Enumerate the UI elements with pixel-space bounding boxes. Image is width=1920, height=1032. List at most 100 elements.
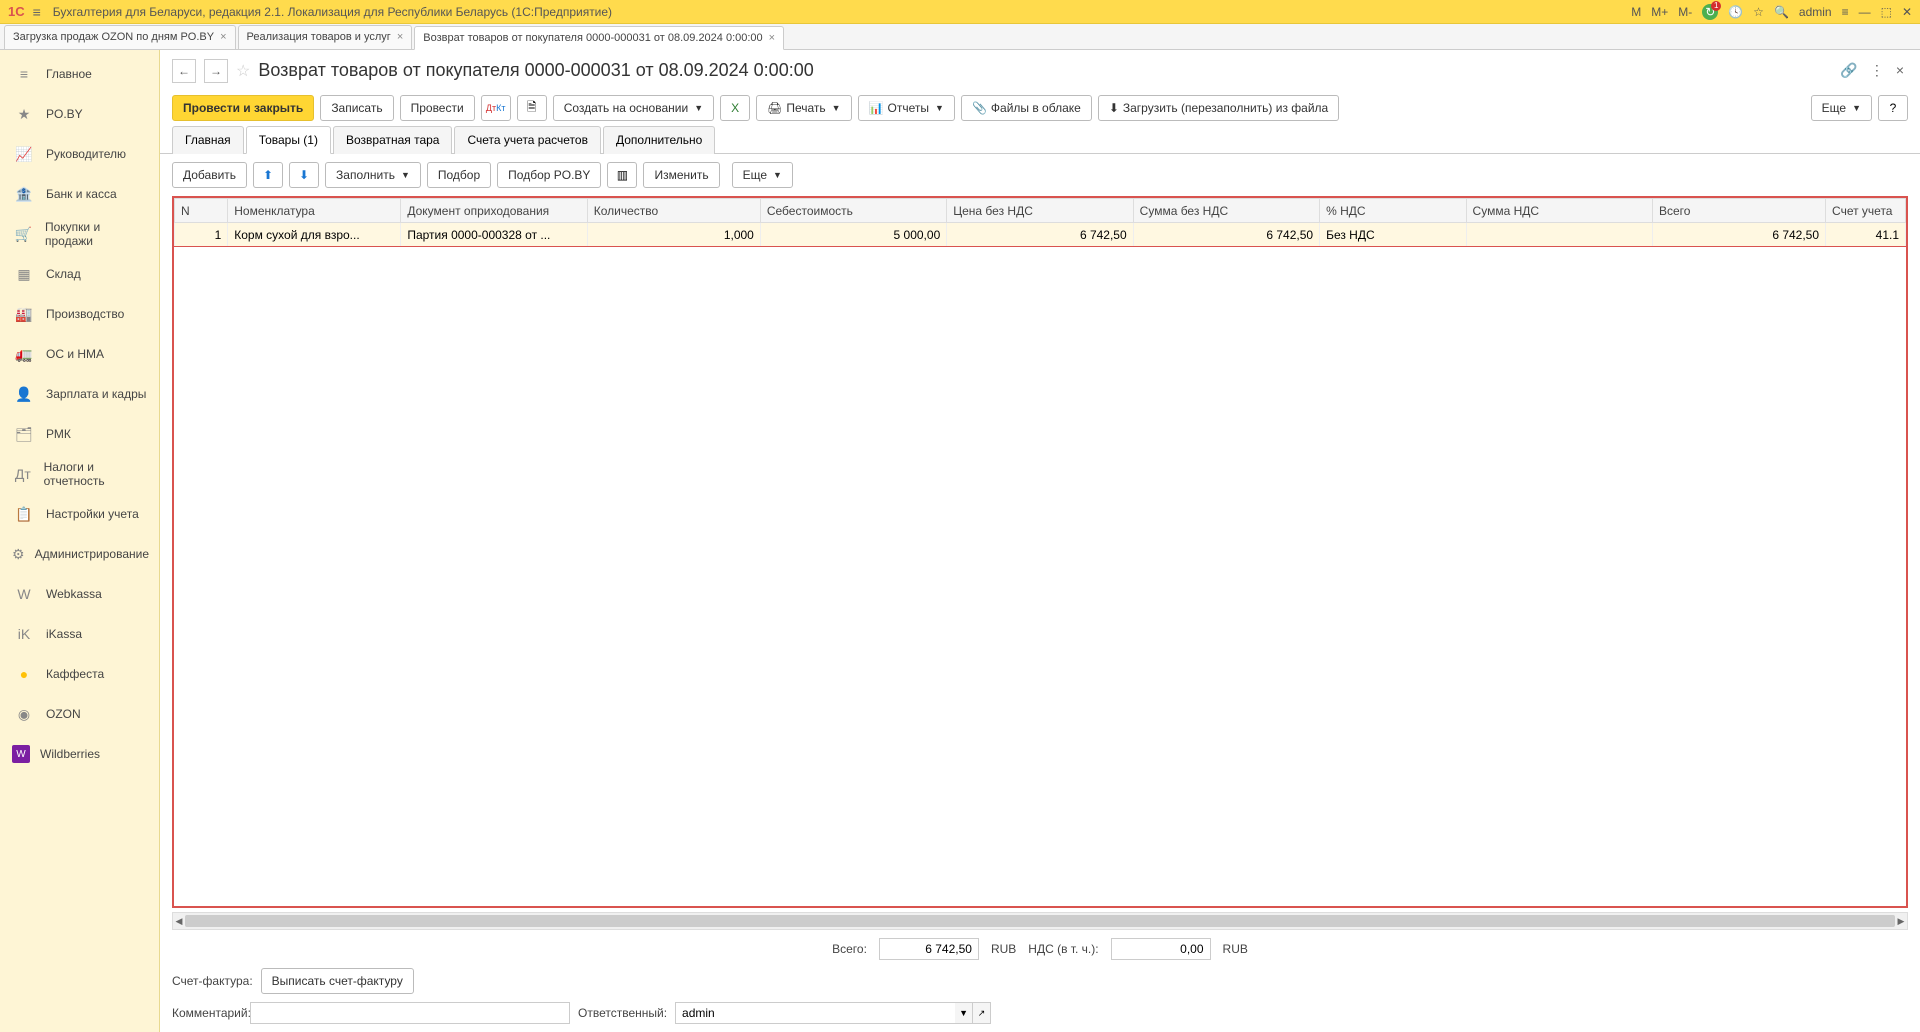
cell-price[interactable]: 6 742,50 <box>947 223 1133 247</box>
close-window-icon[interactable]: ✕ <box>1902 5 1912 19</box>
col-doc[interactable]: Документ оприходования <box>401 199 587 223</box>
move-down-button[interactable]: ⬇ <box>289 162 319 188</box>
col-price[interactable]: Цена без НДС <box>947 199 1133 223</box>
cell-doc[interactable]: Партия 0000-000328 от ... <box>401 223 587 247</box>
link-icon[interactable]: 🔗 <box>1836 58 1861 83</box>
post-close-button[interactable]: Провести и закрыть <box>172 95 314 121</box>
col-nom[interactable]: Номенклатура <box>228 199 401 223</box>
print-button[interactable]: 🖨Печать▼ <box>756 95 851 121</box>
sidebar-item-main[interactable]: ≡Главное <box>0 54 159 94</box>
scroll-left-icon[interactable]: ◀ <box>173 913 185 929</box>
scroll-thumb[interactable] <box>185 915 1895 927</box>
tab-main[interactable]: Главная <box>172 126 244 154</box>
user-label[interactable]: admin <box>1799 5 1832 19</box>
settings-icon[interactable]: ≡ <box>1842 5 1849 19</box>
sidebar-item-assets[interactable]: 🚛ОС и НМА <box>0 334 159 374</box>
comment-input[interactable] <box>250 1002 570 1024</box>
star-icon[interactable]: ☆ <box>1753 5 1764 19</box>
scroll-right-icon[interactable]: ▶ <box>1895 913 1907 929</box>
invoice-button[interactable]: Выписать счет-фактуру <box>261 968 414 994</box>
cell-nom[interactable]: Корм сухой для взро... <box>228 223 401 247</box>
tab-accounts[interactable]: Счета учета расчетов <box>454 126 600 154</box>
sidebar-item-poby[interactable]: ★PO.BY <box>0 94 159 134</box>
table-row[interactable]: 1 Корм сухой для взро... Партия 0000-000… <box>175 223 1906 247</box>
maximize-icon[interactable]: ⬚ <box>1881 5 1892 19</box>
select-poby-button[interactable]: Подбор PO.BY <box>497 162 601 188</box>
help-button[interactable]: ? <box>1878 95 1908 121</box>
create-base-button[interactable]: Создать на основании▼ <box>553 95 714 121</box>
barcode-icon-button[interactable]: ▥ <box>607 162 637 188</box>
close-icon[interactable]: × <box>397 31 403 43</box>
cell-vatsum[interactable] <box>1466 223 1652 247</box>
hamburger-icon[interactable]: ≡ <box>33 4 41 20</box>
col-cost[interactable]: Себестоимость <box>760 199 946 223</box>
memory-mminus[interactable]: M- <box>1678 5 1692 19</box>
more-button[interactable]: Еще▼ <box>1811 95 1872 121</box>
close-icon[interactable]: × <box>769 32 775 44</box>
nav-back-button[interactable]: ← <box>172 59 196 83</box>
minimize-icon[interactable]: — <box>1859 5 1871 19</box>
change-button[interactable]: Изменить <box>643 162 719 188</box>
more-icon[interactable]: ⋮ <box>1866 58 1888 83</box>
load-button[interactable]: ⬇Загрузить (перезаполнить) из файла <box>1098 95 1339 121</box>
sidebar-item-taxes[interactable]: ДтНалоги и отчетность <box>0 454 159 494</box>
responsible-input[interactable] <box>675 1002 955 1024</box>
cell-n[interactable]: 1 <box>175 223 228 247</box>
sidebar-item-ikassa[interactable]: iKiKassa <box>0 614 159 654</box>
cell-sum[interactable]: 6 742,50 <box>1133 223 1319 247</box>
sidebar-item-settings[interactable]: 📋Настройки учета <box>0 494 159 534</box>
sidebar-item-wildberries[interactable]: WWildberries <box>0 734 159 774</box>
col-vat[interactable]: % НДС <box>1320 199 1466 223</box>
sidebar-item-kaffesta[interactable]: ●Каффеста <box>0 654 159 694</box>
col-n[interactable]: N <box>175 199 228 223</box>
fill-button[interactable]: Заполнить▼ <box>325 162 421 188</box>
doctab-2[interactable]: Возврат товаров от покупателя 0000-00003… <box>414 26 784 50</box>
nav-forward-button[interactable]: → <box>204 59 228 83</box>
favorite-icon[interactable]: ☆ <box>236 61 250 81</box>
memory-m[interactable]: M <box>1631 5 1641 19</box>
open-icon[interactable]: ↗ <box>973 1002 991 1024</box>
write-button[interactable]: Записать <box>320 95 393 121</box>
col-sum[interactable]: Сумма без НДС <box>1133 199 1319 223</box>
goods-table[interactable]: N Номенклатура Документ оприходования Ко… <box>172 196 1908 908</box>
cell-vat[interactable]: Без НДС <box>1320 223 1466 247</box>
sidebar-item-warehouse[interactable]: ▦Склад <box>0 254 159 294</box>
sidebar-item-bank[interactable]: 🏦Банк и касса <box>0 174 159 214</box>
col-qty[interactable]: Количество <box>587 199 760 223</box>
sidebar-item-salary[interactable]: 👤Зарплата и кадры <box>0 374 159 414</box>
structure-icon-button[interactable]: 🗎 <box>517 95 547 121</box>
post-button[interactable]: Провести <box>400 95 475 121</box>
close-page-icon[interactable]: × <box>1892 58 1908 83</box>
tab-extra[interactable]: Дополнительно <box>603 126 715 154</box>
close-icon[interactable]: × <box>220 31 226 43</box>
sub-more-button[interactable]: Еще▼ <box>732 162 793 188</box>
sidebar-item-sales[interactable]: 🛒Покупки и продажи <box>0 214 159 254</box>
sidebar-item-manager[interactable]: 📈Руководителю <box>0 134 159 174</box>
sidebar-item-ozon[interactable]: ◉OZON <box>0 694 159 734</box>
move-up-button[interactable]: ⬆ <box>253 162 283 188</box>
search-icon[interactable]: 🔍 <box>1774 5 1789 19</box>
notification-icon[interactable]: ↻ <box>1702 4 1718 20</box>
sidebar-item-webkassa[interactable]: WWebkassa <box>0 574 159 614</box>
sidebar-item-rmk[interactable]: 🗂РМК <box>0 414 159 454</box>
excel-icon-button[interactable]: X <box>720 95 750 121</box>
add-button[interactable]: Добавить <box>172 162 247 188</box>
cell-total[interactable]: 6 742,50 <box>1652 223 1825 247</box>
history-icon[interactable]: 🕓 <box>1728 5 1743 19</box>
tab-goods[interactable]: Товары (1) <box>246 126 331 154</box>
dropdown-icon[interactable]: ▼ <box>955 1002 973 1024</box>
dtct-icon-button[interactable]: ДтКт <box>481 95 511 121</box>
col-acct[interactable]: Счет учета <box>1826 199 1906 223</box>
doctab-0[interactable]: Загрузка продаж OZON по дням PO.BY × <box>4 25 236 49</box>
col-vatsum[interactable]: Сумма НДС <box>1466 199 1652 223</box>
reports-button[interactable]: 📊Отчеты▼ <box>858 95 955 121</box>
doctab-1[interactable]: Реализация товаров и услуг × <box>238 25 413 49</box>
col-total[interactable]: Всего <box>1652 199 1825 223</box>
tab-tara[interactable]: Возвратная тара <box>333 126 453 154</box>
sidebar-item-admin[interactable]: ⚙Администрирование <box>0 534 159 574</box>
horizontal-scrollbar[interactable]: ◀ ▶ <box>172 912 1908 930</box>
cell-cost[interactable]: 5 000,00 <box>760 223 946 247</box>
memory-mplus[interactable]: M+ <box>1651 5 1668 19</box>
cell-qty[interactable]: 1,000 <box>587 223 760 247</box>
select-button[interactable]: Подбор <box>427 162 491 188</box>
